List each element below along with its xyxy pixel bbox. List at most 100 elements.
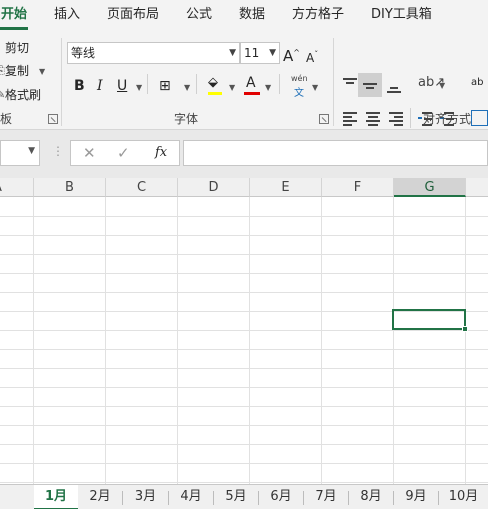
middle-align-icon[interactable] (363, 78, 379, 92)
tab-page-layout[interactable]: 页面布局 (107, 6, 159, 24)
chevron-down-icon: ▼ (269, 48, 276, 58)
tab-fangfang[interactable]: 方方格子 (292, 6, 344, 24)
tab-insert[interactable]: 插入 (54, 6, 80, 24)
row-gridline (0, 235, 488, 236)
active-cell-g[interactable] (392, 309, 466, 330)
font-size-combobox[interactable]: 11 ▼ (240, 42, 280, 64)
column-header-c[interactable]: C (106, 178, 178, 197)
alignment-group-label: 对齐方式 (423, 112, 472, 126)
group-divider (333, 38, 334, 126)
font-group-label: 字体 (174, 112, 199, 126)
phonetic-bottom-text[interactable]: 文 (294, 84, 304, 99)
shrink-font-glyph: A (306, 51, 315, 65)
font-launcher-icon[interactable] (319, 114, 329, 124)
font-name-value: 等线 (71, 46, 96, 60)
sheet-tab-9[interactable]: 9月 (394, 485, 438, 509)
phonetic-dropdown-icon[interactable]: ▼ (312, 83, 318, 92)
ribbon: 剪切 ⎘ 复制 ▼ ✎ 格式刷 板 等线 ▼ 11 ▼ A^ Aˇ B I U … (0, 32, 488, 130)
name-box[interactable]: ▼ (0, 140, 40, 166)
sheet-tab-10[interactable]: 10月 (439, 485, 488, 509)
enter-button[interactable]: ✓ (117, 143, 130, 163)
wrap-text-label[interactable]: ab (471, 77, 483, 88)
italic-button[interactable]: I (97, 77, 103, 95)
sheet-tab-8[interactable]: 8月 (349, 485, 393, 509)
font-color-button[interactable]: A (246, 74, 256, 92)
increase-font-size-button[interactable]: A^ (283, 44, 300, 65)
worksheet-grid[interactable]: A B C D E F G (0, 178, 488, 484)
formula-input[interactable] (183, 140, 488, 166)
chevron-down-icon: ▼ (229, 48, 236, 58)
active-tab-indicator (0, 27, 28, 30)
font-name-combobox[interactable]: 等线 ▼ (67, 42, 240, 64)
formula-buttons: ✕ ✓ fx (70, 140, 180, 166)
format-painter-button[interactable]: 格式刷 (5, 87, 41, 103)
toolbar-divider (196, 74, 197, 94)
fill-color-dropdown-icon[interactable]: ▼ (229, 83, 235, 92)
sheet-tab-1[interactable]: 1月 (34, 485, 78, 509)
tab-diy-toolbox[interactable]: DIY工具箱 (371, 6, 432, 24)
underline-dropdown-icon[interactable]: ▼ (136, 83, 142, 92)
copy-dropdown-icon[interactable]: ▼ (39, 67, 45, 76)
borders-dropdown-icon[interactable]: ▼ (184, 83, 190, 92)
right-align-icon[interactable] (389, 112, 405, 126)
merge-center-icon[interactable] (471, 110, 488, 126)
column-header-h[interactable] (466, 178, 488, 197)
center-align-icon[interactable] (366, 112, 382, 126)
row-gridline (0, 425, 488, 426)
cancel-button[interactable]: ✕ (83, 143, 96, 163)
bold-button[interactable]: B (74, 77, 85, 95)
column-gridline (249, 197, 250, 484)
tab-data[interactable]: 数据 (239, 6, 265, 24)
fill-color-icon[interactable]: ⬙ (208, 74, 218, 92)
column-header-b[interactable]: B (34, 178, 106, 197)
row-gridline (0, 330, 488, 331)
row-gridline (0, 216, 488, 217)
copy-button[interactable]: 复制 (5, 63, 29, 79)
sheet-tab-4[interactable]: 4月 (169, 485, 213, 509)
ribbon-tab-bar: 开始 插入 页面布局 公式 数据 方方格子 DIY工具箱 (0, 0, 488, 32)
insert-function-button[interactable]: fx (155, 143, 167, 163)
bottom-align-icon[interactable] (387, 78, 403, 93)
orientation-dropdown-icon[interactable]: ▼ (439, 81, 445, 90)
sheet-tab-bar: 1月 2月 3月 4月 5月 6月 7月 8月 9月 10月 (0, 484, 488, 509)
column-gridline (33, 197, 34, 484)
sheet-tab-3[interactable]: 3月 (123, 485, 168, 509)
borders-icon[interactable]: ⊞ (159, 77, 171, 95)
phonetic-top-text[interactable]: wén (291, 74, 308, 83)
row-gridline (0, 463, 488, 464)
cut-button[interactable]: 剪切 (5, 40, 29, 56)
sheet-tab-6[interactable]: 6月 (259, 485, 303, 509)
clipboard-launcher-icon[interactable] (48, 114, 58, 124)
drag-handle-icon[interactable]: ⋮ (52, 144, 64, 158)
row-gridline (0, 292, 488, 293)
column-header-d[interactable]: D (178, 178, 250, 197)
column-gridline (321, 197, 322, 484)
column-header-a[interactable]: A (0, 178, 34, 197)
fill-color-swatch (208, 92, 222, 95)
row-gridline (0, 273, 488, 274)
column-header-f[interactable]: F (322, 178, 394, 197)
tab-home[interactable]: 开始 (1, 6, 27, 24)
sheet-tab-2[interactable]: 2月 (78, 485, 122, 509)
font-color-dropdown-icon[interactable]: ▼ (265, 83, 271, 92)
row-gridline (0, 406, 488, 407)
row-gridline (0, 387, 488, 388)
left-align-icon[interactable] (343, 112, 359, 126)
sheet-tab-5[interactable]: 5月 (214, 485, 258, 509)
group-divider (61, 38, 62, 126)
underline-button[interactable]: U (117, 77, 127, 95)
decrease-font-size-button[interactable]: Aˇ (306, 46, 318, 67)
fill-handle[interactable] (462, 326, 468, 332)
row-gridline (0, 254, 488, 255)
row-gridline (0, 444, 488, 445)
toolbar-divider (147, 74, 148, 94)
formula-bar: ▼ ⋮ ✕ ✓ fx (0, 130, 488, 178)
column-header-g[interactable]: G (394, 178, 466, 197)
row-gridline (0, 368, 488, 369)
sheet-tab-7[interactable]: 7月 (304, 485, 348, 509)
row-gridline (0, 349, 488, 350)
top-align-icon[interactable] (343, 78, 359, 92)
tab-formulas[interactable]: 公式 (186, 6, 212, 24)
column-header-e[interactable]: E (250, 178, 322, 197)
grow-font-glyph: A (283, 47, 294, 65)
